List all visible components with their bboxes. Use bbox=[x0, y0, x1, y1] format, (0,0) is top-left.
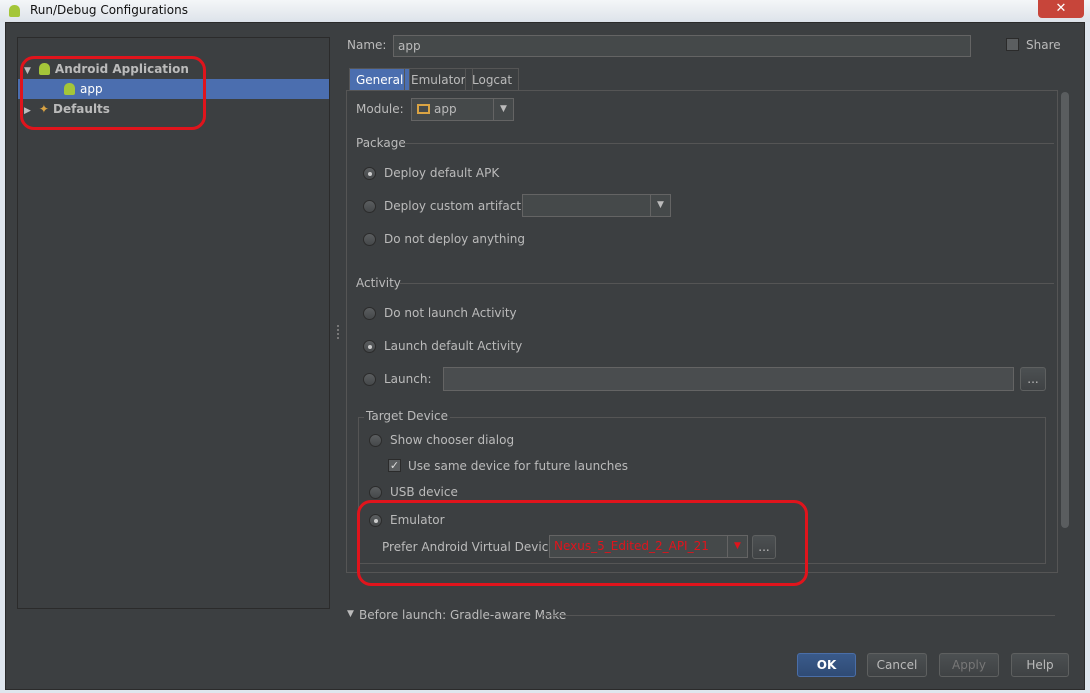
divider bbox=[400, 283, 1054, 284]
usb-device-radio[interactable] bbox=[369, 486, 382, 499]
annotation-highlight bbox=[20, 56, 206, 130]
name-label: Name: bbox=[347, 38, 387, 52]
annotation-highlight bbox=[357, 500, 808, 586]
cancel-button[interactable]: Cancel bbox=[867, 653, 927, 677]
module-value: app bbox=[434, 102, 457, 116]
splitter-handle[interactable] bbox=[337, 325, 340, 339]
chevron-down-icon[interactable]: ▼ bbox=[493, 99, 513, 120]
before-launch-toggle-icon[interactable]: ▼ bbox=[347, 609, 354, 619]
scrollbar[interactable] bbox=[1061, 92, 1069, 528]
same-device-label: Use same device for future launches bbox=[408, 459, 629, 473]
help-button[interactable]: Help bbox=[1011, 653, 1069, 677]
window-title: Run/Debug Configurations bbox=[30, 3, 188, 17]
divider bbox=[404, 143, 1054, 144]
title-bar: Run/Debug Configurations bbox=[0, 0, 1090, 22]
artifact-select[interactable]: ▼ bbox=[522, 194, 671, 217]
launch-activity-input[interactable] bbox=[443, 367, 1014, 391]
module-select[interactable]: app ▼ bbox=[411, 98, 514, 121]
launch-label: Launch: bbox=[384, 372, 432, 386]
browse-activity-button[interactable]: ... bbox=[1020, 367, 1046, 391]
share-checkbox[interactable] bbox=[1006, 38, 1019, 51]
folder-icon bbox=[417, 104, 430, 114]
launch-default-label: Launch default Activity bbox=[384, 339, 523, 353]
share-label: Share bbox=[1026, 38, 1061, 52]
ok-button[interactable]: OK bbox=[797, 653, 856, 677]
show-chooser-radio[interactable] bbox=[369, 434, 382, 447]
deploy-default-radio[interactable] bbox=[363, 167, 376, 180]
before-launch-label[interactable]: Before launch: Gradle-aware Make bbox=[359, 608, 566, 622]
deploy-custom-label: Deploy custom artifact: bbox=[384, 199, 526, 213]
apply-button[interactable]: Apply bbox=[939, 653, 999, 677]
target-title: Target Device bbox=[364, 409, 450, 423]
tab-general[interactable]: General bbox=[349, 68, 411, 90]
do-not-deploy-label: Do not deploy anything bbox=[384, 232, 525, 246]
divider bbox=[543, 615, 1055, 616]
same-device-checkbox[interactable]: ✓ bbox=[388, 459, 401, 472]
launch-radio[interactable] bbox=[363, 373, 376, 386]
tab-logcat[interactable]: Logcat bbox=[465, 68, 520, 90]
no-launch-radio[interactable] bbox=[363, 307, 376, 320]
deploy-custom-radio[interactable] bbox=[363, 200, 376, 213]
do-not-deploy-radio[interactable] bbox=[363, 233, 376, 246]
deploy-default-label: Deploy default APK bbox=[384, 166, 500, 180]
module-label: Module: bbox=[356, 102, 404, 116]
package-title: Package bbox=[356, 136, 406, 150]
no-launch-label: Do not launch Activity bbox=[384, 306, 517, 320]
chevron-down-icon[interactable]: ▼ bbox=[650, 195, 670, 216]
usb-device-label: USB device bbox=[390, 485, 458, 499]
show-chooser-label: Show chooser dialog bbox=[390, 433, 515, 447]
name-input[interactable]: app bbox=[393, 35, 971, 57]
close-button[interactable]: ✕ bbox=[1038, 0, 1084, 18]
tab-emulator[interactable]: Emulator bbox=[404, 68, 473, 90]
activity-title: Activity bbox=[356, 276, 401, 290]
android-studio-icon bbox=[9, 5, 20, 17]
launch-default-radio[interactable] bbox=[363, 340, 376, 353]
